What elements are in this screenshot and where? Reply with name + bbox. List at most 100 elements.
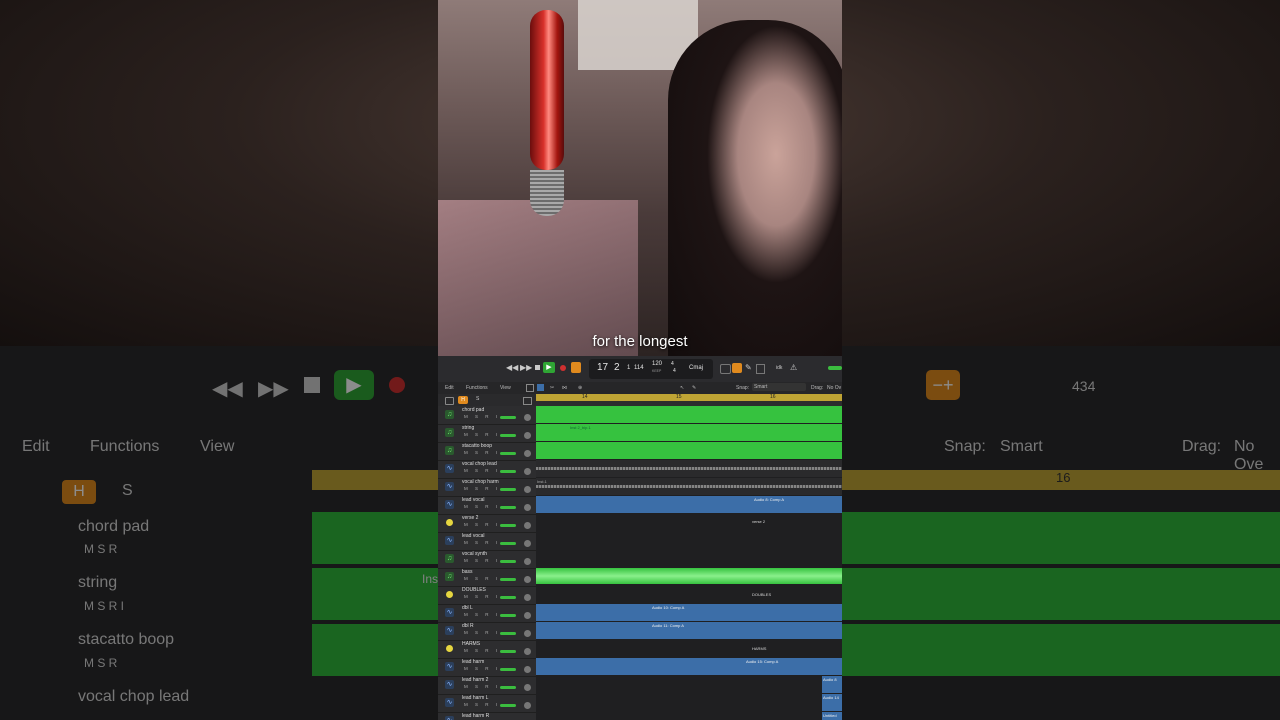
track-row[interactable]: ∿ lead vocal M S R I	[438, 532, 536, 551]
region-small-1[interactable]: Audio 8	[822, 676, 842, 693]
volume-fader[interactable]	[500, 434, 516, 437]
region-string[interactable]: Inst 2_bip.1	[536, 424, 842, 441]
track-row[interactable]: ∿ vocal chop lead M S R I	[438, 460, 536, 479]
pan-knob[interactable]	[524, 540, 531, 547]
region-vocal-chop-harm[interactable]: Inst.1	[536, 478, 842, 495]
snap-select[interactable]: Smart	[752, 383, 806, 391]
record-icon[interactable]	[560, 365, 566, 371]
track-row[interactable]: ∿ lead harm M S R I	[438, 658, 536, 677]
volume-fader[interactable]	[500, 506, 516, 509]
track-msri-buttons[interactable]: M S R I	[464, 684, 500, 689]
functions-menu[interactable]: Functions	[466, 385, 488, 391]
pencil-tool-icon[interactable]: ✎	[692, 385, 696, 391]
track-row[interactable]: ♫ vocal synth M S R I	[438, 550, 536, 569]
pan-knob[interactable]	[524, 576, 531, 583]
track-msri-buttons[interactable]: M S R I	[464, 630, 500, 635]
master-volume[interactable]	[828, 366, 842, 370]
count-in-icon[interactable]	[756, 364, 765, 374]
pan-knob[interactable]	[524, 558, 531, 565]
track-row[interactable]: ∿ vocal chop harm M S R I	[438, 478, 536, 497]
volume-fader[interactable]	[500, 578, 516, 581]
region-dbl-l[interactable]: Audio 10: Comp A	[536, 604, 842, 621]
autopunch-icon[interactable]	[732, 363, 742, 373]
track-row[interactable]: ♫ stacatto boop M S R I	[438, 442, 536, 461]
scissors-icon[interactable]: ✂	[550, 385, 554, 391]
volume-fader[interactable]	[500, 686, 516, 689]
global-tracks-icon[interactable]	[523, 397, 532, 405]
pan-knob[interactable]	[524, 486, 531, 493]
catch-icon[interactable]: ⊕	[578, 385, 582, 391]
volume-fader[interactable]	[500, 596, 516, 599]
pan-knob[interactable]	[524, 504, 531, 511]
stop-icon[interactable]	[535, 365, 540, 370]
track-row[interactable]: DOUBLES M S R I	[438, 586, 536, 605]
track-row[interactable]: ∿lead harm RM S R I	[438, 712, 536, 720]
region-stacatto-boop[interactable]	[536, 442, 842, 459]
track-msri-buttons[interactable]: M S R I	[464, 522, 500, 527]
region-bass[interactable]	[536, 568, 842, 584]
track-msri-buttons[interactable]: M S R I	[464, 468, 500, 473]
volume-fader[interactable]	[500, 452, 516, 455]
pan-knob[interactable]	[524, 414, 531, 421]
pan-knob[interactable]	[524, 630, 531, 637]
volume-fader[interactable]	[500, 632, 516, 635]
pan-knob[interactable]	[524, 684, 531, 691]
track-row[interactable]: ♫ string M S R I	[438, 424, 536, 443]
track-msri-buttons[interactable]: M S R I	[464, 576, 500, 581]
pan-knob[interactable]	[524, 666, 531, 673]
track-msri-buttons[interactable]: M S R I	[464, 648, 500, 653]
cycle-icon[interactable]	[571, 362, 581, 373]
hide-button[interactable]: H	[458, 396, 468, 404]
volume-fader[interactable]	[500, 650, 516, 653]
drag-select[interactable]: No Ov	[827, 385, 841, 391]
track-msri-buttons[interactable]: M S R I	[464, 486, 500, 491]
rewind-icon[interactable]: ◀◀	[506, 363, 518, 372]
pencil-icon[interactable]: ✎	[745, 363, 752, 372]
track-row[interactable]: verse 2M S R I	[438, 514, 536, 533]
edit-menu[interactable]: Edit	[445, 385, 454, 391]
region-small-3[interactable]: Untitled	[822, 712, 842, 720]
track-msri-buttons[interactable]: M S R I	[464, 702, 500, 707]
volume-fader[interactable]	[500, 704, 516, 707]
track-msri-buttons[interactable]: M S R I	[464, 666, 500, 671]
volume-fader[interactable]	[500, 488, 516, 491]
track-row[interactable]: ∿ dbl LM S R I	[438, 604, 536, 623]
track-row[interactable]: ∿ dbl RM S R I	[438, 622, 536, 641]
pan-knob[interactable]	[524, 468, 531, 475]
track-row[interactable]: HARMS M S R I	[438, 640, 536, 659]
region-lead-harm[interactable]: Audio 15: Comp A	[536, 658, 842, 675]
track-msri-buttons[interactable]: M S R I	[464, 558, 500, 563]
pan-knob[interactable]	[524, 648, 531, 655]
region-lead-vocal[interactable]: Audio 8: Comp A	[536, 496, 842, 513]
region-chord-pad[interactable]	[536, 406, 842, 423]
region-small-2[interactable]: Audio 14	[822, 694, 842, 711]
track-msri-buttons[interactable]: M S R I	[464, 540, 500, 545]
play-icon[interactable]: ▶	[543, 362, 555, 373]
tuner-icon[interactable]: ⚠	[790, 363, 797, 372]
volume-fader[interactable]	[500, 668, 516, 671]
pan-knob[interactable]	[524, 612, 531, 619]
volume-fader[interactable]	[500, 560, 516, 563]
list-view-icon[interactable]	[537, 384, 544, 391]
region-dbl-r[interactable]: Audio 11: Comp A	[536, 622, 842, 639]
bar-ruler[interactable]: 14 15 16	[536, 394, 842, 401]
volume-fader[interactable]	[500, 542, 516, 545]
track-msri-buttons[interactable]: M S R I	[464, 612, 500, 617]
volume-fader[interactable]	[500, 470, 516, 473]
pointer-tool-icon[interactable]: ↖	[680, 385, 684, 391]
track-row[interactable]: ∿ lead harm LM S R I	[438, 694, 536, 713]
track-row[interactable]: ♫ bass M S R I	[438, 568, 536, 587]
track-row[interactable]: ∿ lead vocal M S R I	[438, 496, 536, 515]
flex-icon[interactable]: ⋈	[562, 385, 567, 391]
grid-view-icon[interactable]	[526, 384, 534, 392]
volume-fader[interactable]	[500, 416, 516, 419]
track-msri-buttons[interactable]: M S R I	[464, 432, 500, 437]
track-msri-buttons[interactable]: M S R I	[464, 594, 500, 599]
volume-fader[interactable]	[500, 524, 516, 527]
replace-icon[interactable]	[720, 364, 731, 374]
track-row[interactable]: ∿ lead harm 2M S R I	[438, 676, 536, 695]
region-vocal-chop-lead[interactable]	[536, 460, 842, 477]
solo-button[interactable]: S	[476, 396, 479, 402]
fast-forward-icon[interactable]: ▶▶	[520, 363, 532, 372]
pan-knob[interactable]	[524, 450, 531, 457]
